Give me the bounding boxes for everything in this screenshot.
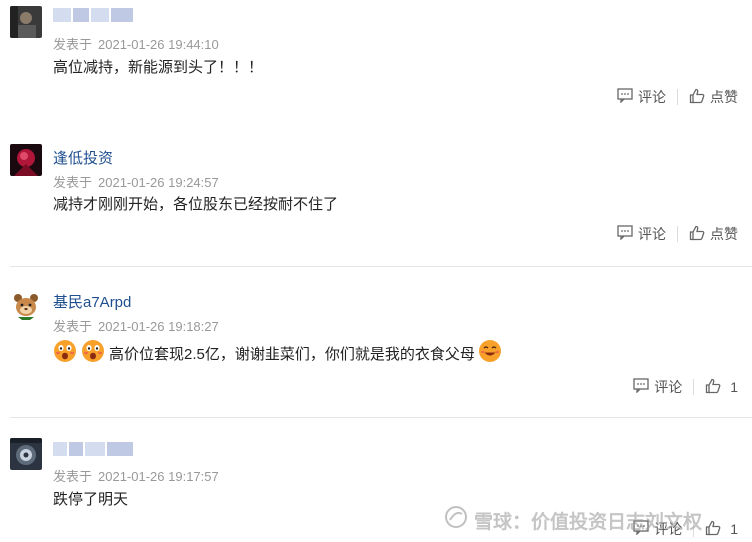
comment-actions: 评论 点赞 — [617, 87, 738, 107]
username[interactable] — [53, 8, 133, 22]
comment-meta: 发表于 2021-01-26 19:44:10 — [53, 34, 219, 53]
comment-text: 减持才刚刚开始，各位股东已经按耐不住了 — [53, 196, 339, 213]
thumbs-up-icon — [705, 378, 726, 397]
avatar[interactable] — [10, 289, 42, 321]
comment-actions: 评论 点赞 — [617, 224, 738, 244]
reply-button[interactable]: 评论 — [633, 377, 682, 397]
like-button[interactable]: 1 — [705, 520, 738, 539]
comment-icon — [617, 88, 638, 106]
reply-label: 评论 — [638, 226, 666, 242]
smile-face-emoji — [478, 339, 502, 367]
published-label: 发表于 — [53, 469, 93, 484]
comment-meta: 发表于 2021-01-26 19:24:57 — [53, 172, 219, 191]
shocked-face-emoji — [53, 339, 77, 367]
like-button[interactable]: 1 — [705, 378, 738, 397]
comment-text-body: 高价位套现2.5亿，谢谢韭菜们，你们就是我的衣食父母 — [109, 345, 475, 363]
like-label: 点赞 — [710, 226, 738, 242]
thumbs-up-icon — [705, 520, 726, 539]
like-button[interactable]: 点赞 — [689, 87, 738, 107]
timestamp: 2021-01-26 19:24:57 — [98, 175, 219, 190]
published-label: 发表于 — [53, 175, 93, 190]
comment-actions: 评论 1 — [633, 377, 738, 397]
comment-item: 基民a7Arpd 发表于 2021-01-26 19:18:27 高价位套现2.5… — [0, 267, 752, 417]
reply-button[interactable]: 评论 — [617, 224, 666, 244]
avatar[interactable] — [10, 144, 42, 176]
comment-text: 高价位套现2.5亿，谢谢韭菜们，你们就是我的衣食父母 — [53, 339, 506, 367]
reply-label: 评论 — [638, 89, 666, 105]
timestamp: 2021-01-26 19:44:10 — [98, 37, 219, 52]
timestamp: 2021-01-26 19:17:57 — [98, 469, 219, 484]
thumbs-up-icon — [689, 88, 710, 107]
comment-item: 发表于 2021-01-26 19:44:10 高位减持，新能源到头了！！！ 评论… — [0, 0, 752, 120]
shocked-face-emoji — [81, 339, 105, 367]
like-label: 点赞 — [710, 89, 738, 105]
comment-icon — [617, 225, 638, 243]
watermark-text: 雪球：价值投资日志刘文权 — [474, 511, 703, 533]
snowball-logo-icon — [444, 505, 474, 535]
comment-text: 跌停了明天 — [53, 491, 129, 508]
comment-item: 逢低投资 发表于 2021-01-26 19:24:57 减持才刚刚开始，各位股东… — [0, 120, 752, 266]
comment-meta: 发表于 2021-01-26 19:17:57 — [53, 466, 219, 485]
timestamp: 2021-01-26 19:18:27 — [98, 319, 219, 334]
watermark: 雪球：价值投资日志刘文权 — [444, 505, 702, 535]
reply-label: 评论 — [654, 379, 683, 395]
like-count: 1 — [730, 521, 738, 537]
action-separator — [677, 89, 678, 105]
avatar[interactable] — [10, 438, 42, 470]
comment-text: 高位减持，新能源到头了！！！ — [53, 59, 264, 76]
published-label: 发表于 — [53, 37, 93, 52]
comment-meta: 发表于 2021-01-26 19:18:27 — [53, 316, 219, 335]
like-button[interactable]: 点赞 — [689, 224, 738, 244]
comment-icon — [633, 378, 654, 396]
like-count: 1 — [730, 379, 738, 395]
action-separator — [693, 379, 695, 395]
username[interactable]: 基民a7Arpd — [53, 291, 131, 312]
action-separator — [677, 226, 678, 242]
username[interactable]: 逢低投资 — [53, 147, 113, 168]
avatar[interactable] — [10, 6, 42, 38]
published-label: 发表于 — [53, 319, 93, 334]
username[interactable] — [53, 442, 133, 456]
reply-button[interactable]: 评论 — [617, 87, 666, 107]
thumbs-up-icon — [689, 225, 710, 244]
